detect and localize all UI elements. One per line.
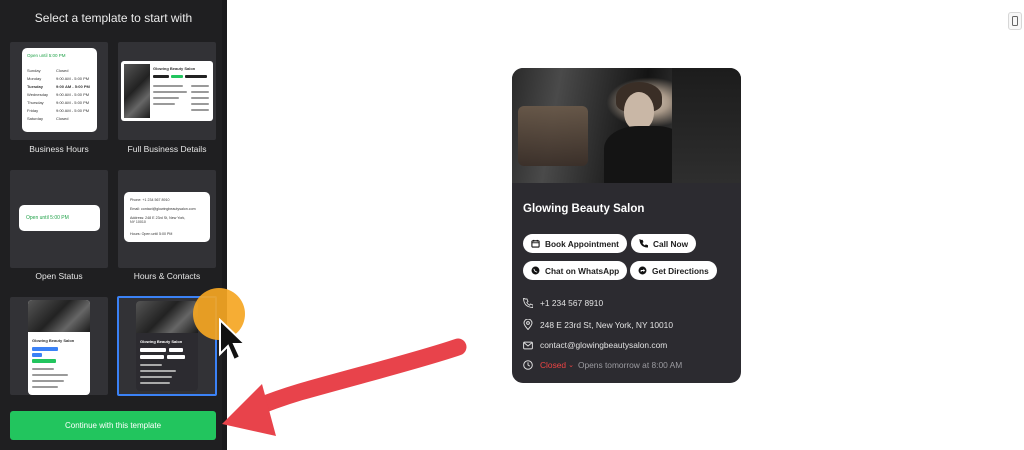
mouse-cursor-icon (219, 318, 246, 362)
red-arrow-annotation (222, 338, 467, 436)
